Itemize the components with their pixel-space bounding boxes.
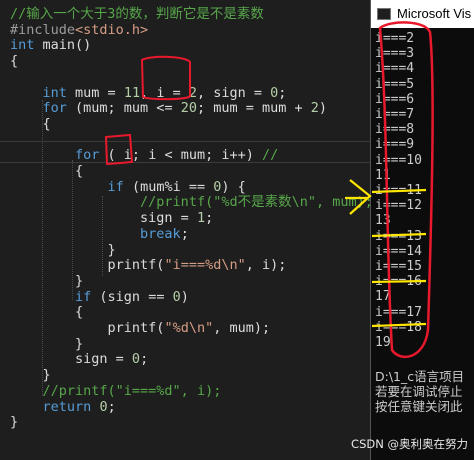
code-token: ) (180, 288, 189, 305)
console-line: i===18 (375, 319, 422, 335)
code-token: { (10, 115, 51, 132)
console-line: i===16 (375, 274, 422, 290)
console-line: i===11 (375, 183, 422, 198)
console-line: i===14 (375, 243, 422, 259)
code-token: { (10, 53, 19, 70)
console-line: 17 (375, 289, 391, 305)
console-line: 13 (375, 213, 391, 229)
console-line: 11 (375, 167, 391, 183)
console-line: i===4 (375, 61, 415, 77)
code-token: "%d\n" (164, 320, 214, 336)
code-token: } (10, 414, 19, 431)
console-title: Microsoft Vis (397, 6, 472, 21)
console-line: i===15 (375, 259, 422, 274)
code-token: 0 (99, 398, 108, 415)
console-footer-line: 若要在调试停止 (375, 384, 463, 399)
console-line: i===6 (375, 91, 415, 107)
console-footer-line: 按任意键关闭此 (375, 399, 463, 414)
code-line: return 0; (10, 397, 116, 417)
code-token: // (261, 147, 279, 164)
console-line: i===3 (375, 46, 415, 62)
console-footer-line: D:\1_c语言项目 (375, 369, 465, 384)
code-token: ) (318, 100, 328, 117)
code-line: { (10, 114, 51, 134)
code-token: ; (107, 398, 116, 415)
console-line: 19 (375, 335, 391, 350)
code-token: 0 (131, 351, 141, 368)
console-app-icon (377, 8, 391, 20)
code-editor[interactable]: //输入一个大于3的数，判断它是不是素数 #include<stdio.h> int… (0, 0, 373, 460)
code-token: main() (34, 37, 92, 54)
code-token: 20 (180, 100, 197, 117)
code-token: ( i; i < mum; i++) (99, 147, 262, 164)
code-token: , mum); (213, 320, 271, 336)
code-token: (mum; mum <= (66, 100, 181, 117)
code-token: break (140, 225, 181, 242)
console-window[interactable]: Microsoft Vis i===2 i===3 i===4 i===5 i===6 i… (370, 0, 474, 460)
console-line: i===17 (375, 304, 422, 320)
console-line: i===10 (375, 152, 422, 168)
code-token: ; mum = mum + (196, 100, 311, 117)
console-line: i===5 (375, 76, 415, 92)
console-line: i===9 (375, 137, 415, 153)
code-token: return (42, 398, 92, 415)
code-token: , i); (245, 257, 287, 274)
code-line: { (10, 51, 18, 71)
console-line: i===7 (375, 107, 415, 122)
code-token: 1 (196, 210, 206, 227)
code-token: ; (140, 351, 149, 368)
console-titlebar[interactable]: Microsoft Vis (371, 0, 474, 28)
code-token: 0 (172, 288, 181, 305)
console-line: i===13 (375, 228, 422, 244)
console-line: i===2 (375, 31, 415, 46)
csdn-watermark: CSDN @奥利奥在努力 (351, 437, 468, 451)
console-line: i===12 (375, 198, 422, 214)
code-token: ; (205, 210, 214, 227)
code-token: ; (180, 225, 189, 242)
code-line: for (mum; mum <= 20; mum = mum + 2) (10, 98, 328, 118)
code-token: 2 (310, 100, 319, 117)
code-token: "i===%d\n" (164, 257, 246, 274)
console-line: i===8 (375, 122, 415, 138)
code-line: } (10, 412, 18, 432)
code-line: int main() (10, 35, 91, 55)
code-token: (sign == (91, 288, 173, 305)
